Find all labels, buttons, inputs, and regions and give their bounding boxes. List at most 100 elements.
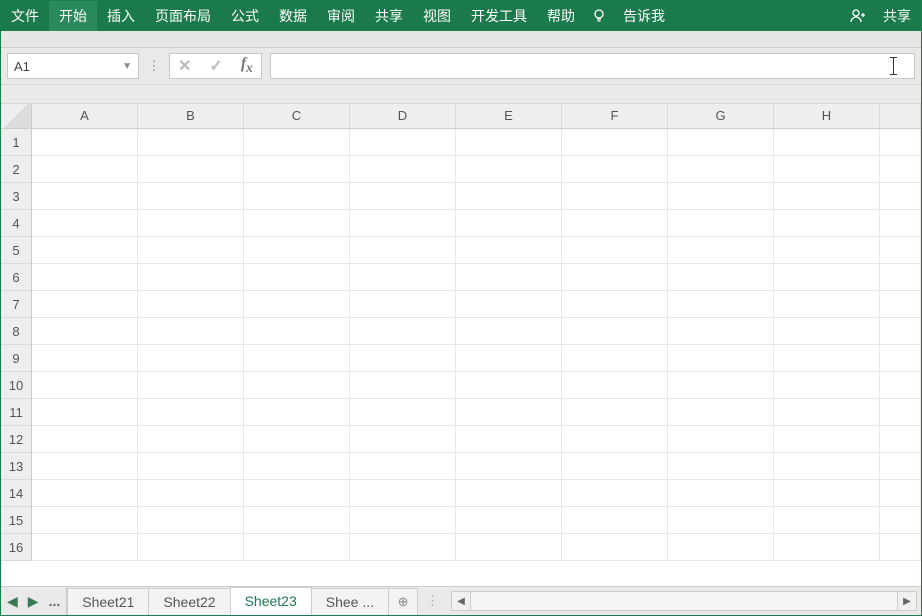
cell[interactable] xyxy=(456,318,562,345)
cell[interactable] xyxy=(880,129,921,156)
cell[interactable] xyxy=(32,534,138,561)
col-header[interactable]: G xyxy=(668,104,774,128)
cell[interactable] xyxy=(774,129,880,156)
cell[interactable] xyxy=(350,291,456,318)
ribbon-tab-insert[interactable]: 插入 xyxy=(97,1,145,31)
cell[interactable] xyxy=(32,453,138,480)
col-header[interactable] xyxy=(880,104,921,128)
cell[interactable] xyxy=(350,264,456,291)
cell[interactable] xyxy=(880,345,921,372)
cell[interactable] xyxy=(562,345,668,372)
cell[interactable] xyxy=(138,264,244,291)
sheet-tab-active[interactable]: Sheet23 xyxy=(230,587,312,615)
cell[interactable] xyxy=(138,534,244,561)
cell[interactable] xyxy=(456,399,562,426)
cell[interactable] xyxy=(138,210,244,237)
sheet-tab[interactable]: Shee ... xyxy=(311,588,389,615)
cell[interactable] xyxy=(456,210,562,237)
ribbon-tab-home[interactable]: 开始 xyxy=(49,1,97,31)
cell[interactable] xyxy=(774,426,880,453)
drag-handle-icon[interactable]: ⋮ xyxy=(147,58,161,74)
cell[interactable] xyxy=(350,318,456,345)
cell[interactable] xyxy=(668,183,774,210)
cell[interactable] xyxy=(668,399,774,426)
cell[interactable] xyxy=(32,426,138,453)
cell[interactable] xyxy=(244,345,350,372)
cell[interactable] xyxy=(32,156,138,183)
ribbon-tab-pagelayout[interactable]: 页面布局 xyxy=(145,1,221,31)
ribbon-tab-dev[interactable]: 开发工具 xyxy=(461,1,537,31)
enter-icon[interactable]: ✓ xyxy=(209,56,222,76)
cell[interactable] xyxy=(562,507,668,534)
cell[interactable] xyxy=(350,480,456,507)
cell[interactable] xyxy=(32,129,138,156)
row-header[interactable]: 10 xyxy=(1,372,32,399)
cell[interactable] xyxy=(774,399,880,426)
cell[interactable] xyxy=(350,534,456,561)
cell[interactable] xyxy=(668,372,774,399)
col-header[interactable]: C xyxy=(244,104,350,128)
cell[interactable] xyxy=(456,480,562,507)
cell[interactable] xyxy=(244,426,350,453)
cell[interactable] xyxy=(456,156,562,183)
cell[interactable] xyxy=(350,156,456,183)
cell[interactable] xyxy=(668,480,774,507)
cell[interactable] xyxy=(350,399,456,426)
cell[interactable] xyxy=(880,237,921,264)
cell[interactable] xyxy=(880,372,921,399)
cell[interactable] xyxy=(774,480,880,507)
cell[interactable] xyxy=(244,453,350,480)
cell[interactable] xyxy=(774,534,880,561)
cell[interactable] xyxy=(562,210,668,237)
cell[interactable] xyxy=(562,318,668,345)
col-header[interactable]: F xyxy=(562,104,668,128)
cell[interactable] xyxy=(562,264,668,291)
cell[interactable] xyxy=(668,237,774,264)
cell[interactable] xyxy=(880,264,921,291)
cell[interactable] xyxy=(774,156,880,183)
cell[interactable] xyxy=(562,426,668,453)
cell[interactable] xyxy=(880,318,921,345)
cell[interactable] xyxy=(32,183,138,210)
cell[interactable] xyxy=(32,399,138,426)
cell[interactable] xyxy=(244,129,350,156)
cell[interactable] xyxy=(350,129,456,156)
select-all-corner[interactable] xyxy=(1,104,32,128)
row-header[interactable]: 3 xyxy=(1,183,32,210)
ribbon-tab-file[interactable]: 文件 xyxy=(1,1,49,31)
cell[interactable] xyxy=(774,345,880,372)
cell[interactable] xyxy=(138,507,244,534)
cell[interactable] xyxy=(244,237,350,264)
cell[interactable] xyxy=(138,426,244,453)
row-header[interactable]: 16 xyxy=(1,534,32,561)
cell[interactable] xyxy=(880,534,921,561)
cell[interactable] xyxy=(456,507,562,534)
cell[interactable] xyxy=(774,264,880,291)
cell[interactable] xyxy=(350,453,456,480)
cell[interactable] xyxy=(774,210,880,237)
sheet-tab[interactable]: Sheet21 xyxy=(67,588,149,615)
sheet-tab[interactable]: Sheet22 xyxy=(148,588,230,615)
share-person-icon[interactable] xyxy=(843,1,873,31)
cell[interactable] xyxy=(350,345,456,372)
cell[interactable] xyxy=(774,507,880,534)
cancel-icon[interactable]: ✕ xyxy=(178,56,191,76)
cell[interactable] xyxy=(562,534,668,561)
scroll-track[interactable] xyxy=(471,591,897,611)
cell[interactable] xyxy=(668,156,774,183)
formula-input[interactable] xyxy=(270,53,915,79)
cell[interactable] xyxy=(774,291,880,318)
ribbon-tab-data[interactable]: 数据 xyxy=(269,1,317,31)
cell[interactable] xyxy=(880,399,921,426)
name-box[interactable]: A1 ▼ xyxy=(7,53,139,79)
cell[interactable] xyxy=(668,426,774,453)
cell[interactable] xyxy=(562,480,668,507)
tab-drag-handle-icon[interactable]: ⋮ xyxy=(418,587,447,615)
cell[interactable] xyxy=(562,129,668,156)
ribbon-tab-formulas[interactable]: 公式 xyxy=(221,1,269,31)
scroll-right-icon[interactable]: ▶ xyxy=(897,591,917,611)
row-header[interactable]: 11 xyxy=(1,399,32,426)
cell[interactable] xyxy=(456,129,562,156)
cell[interactable] xyxy=(456,291,562,318)
cell[interactable] xyxy=(350,426,456,453)
